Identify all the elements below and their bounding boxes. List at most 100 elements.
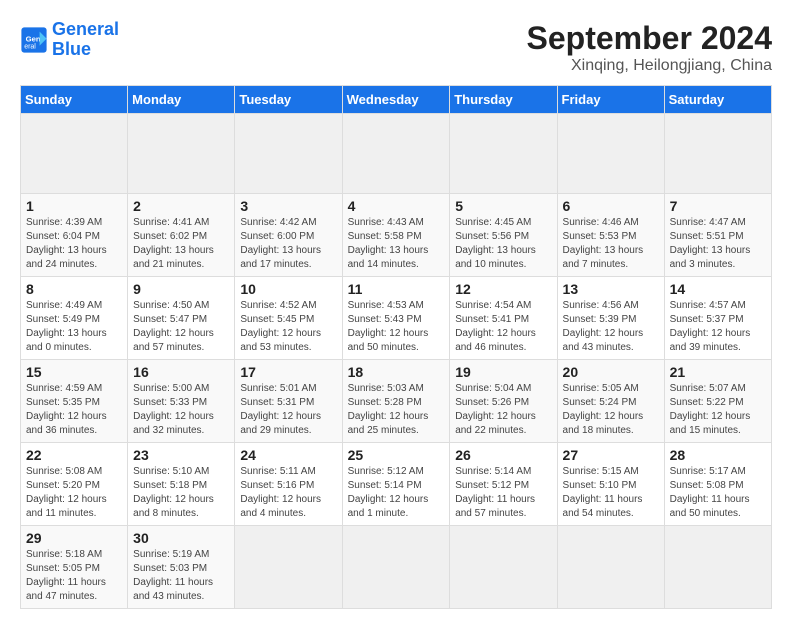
day-number: 4 [348, 198, 445, 214]
day-number: 11 [348, 281, 445, 297]
day-number: 25 [348, 447, 445, 463]
day-number: 9 [133, 281, 229, 297]
calendar-cell: 15 Sunrise: 4:59 AM Sunset: 5:35 PM Dayli… [21, 360, 128, 443]
day-number: 24 [240, 447, 336, 463]
day-number: 10 [240, 281, 336, 297]
calendar-cell [450, 526, 557, 609]
day-number: 6 [563, 198, 659, 214]
weekday-header-wednesday: Wednesday [342, 86, 450, 114]
calendar-cell [557, 114, 664, 194]
day-info: Sunrise: 4:50 AM Sunset: 5:47 PM Dayligh… [133, 299, 229, 355]
calendar-cell [450, 114, 557, 194]
day-number: 15 [26, 364, 122, 380]
calendar-table: SundayMondayTuesdayWednesdayThursdayFrid… [20, 85, 772, 609]
page-header: Gen eral General Blue September 2024 Xin… [20, 20, 772, 75]
calendar-cell: 8Sunrise: 4:49 AM Sunset: 5:49 PM Daylig… [21, 277, 128, 360]
logo-text: General Blue [52, 20, 119, 60]
svg-text:Gen: Gen [26, 34, 41, 43]
calendar-cell: 18 Sunrise: 5:03 AM Sunset: 5:28 PM Dayli… [342, 360, 450, 443]
day-number: 7 [670, 198, 766, 214]
day-info: Sunrise: 5:19 AM Sunset: 5:03 PM Dayligh… [133, 548, 229, 604]
calendar-cell: 30Sunrise: 5:19 AM Sunset: 5:03 PM Dayli… [128, 526, 235, 609]
calendar-cell: 10Sunrise: 4:52 AM Sunset: 5:45 PM Dayli… [235, 277, 342, 360]
weekday-header-thursday: Thursday [450, 86, 557, 114]
day-number: 28 [670, 447, 766, 463]
logo: Gen eral General Blue [20, 20, 119, 60]
location: Xinqing, Heilongjiang, China [527, 57, 772, 75]
day-info: Sunrise: 5:07 AM Sunset: 5:22 PM Dayligh… [670, 382, 766, 438]
calendar-cell: 12 Sunrise: 4:54 AM Sunset: 5:41 PM Dayli… [450, 277, 557, 360]
day-info: Sunrise: 5:12 AM Sunset: 5:14 PM Dayligh… [348, 465, 445, 521]
calendar-cell: 16 Sunrise: 5:00 AM Sunset: 5:33 PM Dayli… [128, 360, 235, 443]
calendar-cell [664, 526, 771, 609]
day-info: Sunrise: 5:18 AM Sunset: 5:05 PM Dayligh… [26, 548, 122, 604]
calendar-cell: 21 Sunrise: 5:07 AM Sunset: 5:22 PM Dayli… [664, 360, 771, 443]
day-info: Sunrise: 5:15 AM Sunset: 5:10 PM Dayligh… [563, 465, 659, 521]
day-number: 3 [240, 198, 336, 214]
calendar-cell: 27 Sunrise: 5:15 AM Sunset: 5:10 PM Dayli… [557, 443, 664, 526]
weekday-header-row: SundayMondayTuesdayWednesdayThursdayFrid… [21, 86, 772, 114]
logo-icon: Gen eral [20, 26, 48, 54]
day-info: Sunrise: 4:47 AM Sunset: 5:51 PM Dayligh… [670, 216, 766, 272]
logo-line1: General [52, 19, 119, 39]
calendar-cell [235, 526, 342, 609]
calendar-cell: 11 Sunrise: 4:53 AM Sunset: 5:43 PM Dayli… [342, 277, 450, 360]
calendar-cell: 4 Sunrise: 4:43 AM Sunset: 5:58 PM Daylig… [342, 194, 450, 277]
weekday-header-monday: Monday [128, 86, 235, 114]
weekday-header-saturday: Saturday [664, 86, 771, 114]
day-info: Sunrise: 5:08 AM Sunset: 5:20 PM Dayligh… [26, 465, 122, 521]
day-number: 27 [563, 447, 659, 463]
day-number: 8 [26, 281, 122, 297]
calendar-cell: 7 Sunrise: 4:47 AM Sunset: 5:51 PM Daylig… [664, 194, 771, 277]
calendar-cell: 13Sunrise: 4:56 AM Sunset: 5:39 PM Dayli… [557, 277, 664, 360]
day-info: Sunrise: 5:00 AM Sunset: 5:33 PM Dayligh… [133, 382, 229, 438]
day-number: 26 [455, 447, 551, 463]
weekday-header-friday: Friday [557, 86, 664, 114]
calendar-cell: 26 Sunrise: 5:14 AM Sunset: 5:12 PM Dayli… [450, 443, 557, 526]
day-info: Sunrise: 5:03 AM Sunset: 5:28 PM Dayligh… [348, 382, 445, 438]
calendar-cell: 22 Sunrise: 5:08 AM Sunset: 5:20 PM Dayli… [21, 443, 128, 526]
day-number: 23 [133, 447, 229, 463]
day-info: Sunrise: 5:04 AM Sunset: 5:26 PM Dayligh… [455, 382, 551, 438]
calendar-week-row: 22 Sunrise: 5:08 AM Sunset: 5:20 PM Dayli… [21, 443, 772, 526]
calendar-cell: 28Sunrise: 5:17 AM Sunset: 5:08 PM Dayli… [664, 443, 771, 526]
calendar-week-row [21, 114, 772, 194]
day-info: Sunrise: 5:14 AM Sunset: 5:12 PM Dayligh… [455, 465, 551, 521]
calendar-cell: 19 Sunrise: 5:04 AM Sunset: 5:26 PM Dayli… [450, 360, 557, 443]
calendar-cell: 24 Sunrise: 5:11 AM Sunset: 5:16 PM Dayli… [235, 443, 342, 526]
day-number: 18 [348, 364, 445, 380]
calendar-cell: 20 Sunrise: 5:05 AM Sunset: 5:24 PM Dayli… [557, 360, 664, 443]
title-block: September 2024 Xinqing, Heilongjiang, Ch… [527, 20, 772, 75]
calendar-cell: 29 Sunrise: 5:18 AM Sunset: 5:05 PM Dayli… [21, 526, 128, 609]
day-number: 14 [670, 281, 766, 297]
day-info: Sunrise: 5:11 AM Sunset: 5:16 PM Dayligh… [240, 465, 336, 521]
calendar-cell [557, 526, 664, 609]
day-info: Sunrise: 4:54 AM Sunset: 5:41 PM Dayligh… [455, 299, 551, 355]
day-number: 2 [133, 198, 229, 214]
day-number: 21 [670, 364, 766, 380]
day-info: Sunrise: 4:59 AM Sunset: 5:35 PM Dayligh… [26, 382, 122, 438]
calendar-cell [342, 114, 450, 194]
day-info: Sunrise: 5:05 AM Sunset: 5:24 PM Dayligh… [563, 382, 659, 438]
calendar-cell: 9 Sunrise: 4:50 AM Sunset: 5:47 PM Daylig… [128, 277, 235, 360]
day-info: Sunrise: 4:53 AM Sunset: 5:43 PM Dayligh… [348, 299, 445, 355]
day-number: 22 [26, 447, 122, 463]
calendar-cell: 5Sunrise: 4:45 AM Sunset: 5:56 PM Daylig… [450, 194, 557, 277]
day-number: 17 [240, 364, 336, 380]
day-number: 19 [455, 364, 551, 380]
calendar-cell [664, 114, 771, 194]
svg-text:eral: eral [24, 43, 36, 50]
day-info: Sunrise: 4:57 AM Sunset: 5:37 PM Dayligh… [670, 299, 766, 355]
calendar-cell: 23 Sunrise: 5:10 AM Sunset: 5:18 PM Dayli… [128, 443, 235, 526]
calendar-week-row: 15 Sunrise: 4:59 AM Sunset: 5:35 PM Dayli… [21, 360, 772, 443]
day-info: Sunrise: 5:10 AM Sunset: 5:18 PM Dayligh… [133, 465, 229, 521]
day-number: 12 [455, 281, 551, 297]
day-info: Sunrise: 4:43 AM Sunset: 5:58 PM Dayligh… [348, 216, 445, 272]
day-number: 20 [563, 364, 659, 380]
day-number: 16 [133, 364, 229, 380]
day-info: Sunrise: 4:56 AM Sunset: 5:39 PM Dayligh… [563, 299, 659, 355]
calendar-cell: 2Sunrise: 4:41 AM Sunset: 6:02 PM Daylig… [128, 194, 235, 277]
day-number: 29 [26, 530, 122, 546]
calendar-cell [128, 114, 235, 194]
calendar-cell [21, 114, 128, 194]
